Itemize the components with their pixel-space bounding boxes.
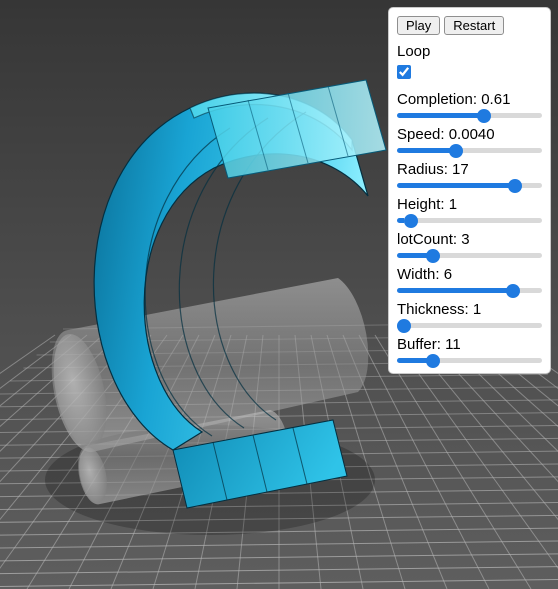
buffer-field: Buffer: 11: [397, 336, 542, 363]
lotcount-slider[interactable]: [397, 253, 542, 258]
lotcount-label: lotCount: 3: [397, 231, 542, 248]
speed-field: Speed: 0.0040: [397, 126, 542, 153]
completion-field: Completion: 0.61: [397, 91, 542, 118]
thickness-label: Thickness: 1: [397, 301, 542, 318]
buffer-label: Buffer: 11: [397, 336, 542, 353]
lotcount-field: lotCount: 3: [397, 231, 542, 258]
speed-slider[interactable]: [397, 148, 542, 153]
radius-label: Radius: 17: [397, 161, 542, 178]
loop-checkbox[interactable]: [397, 65, 411, 79]
restart-button[interactable]: Restart: [444, 16, 504, 35]
buffer-slider[interactable]: [397, 358, 542, 363]
controls-panel: Play Restart Loop Completion: 0.61 Speed…: [388, 7, 551, 374]
width-label: Width: 6: [397, 266, 542, 283]
play-button[interactable]: Play: [397, 16, 440, 35]
radius-slider[interactable]: [397, 183, 542, 188]
completion-slider[interactable]: [397, 113, 542, 118]
thickness-slider[interactable]: [397, 323, 542, 328]
button-row: Play Restart: [397, 16, 542, 35]
width-field: Width: 6: [397, 266, 542, 293]
completion-label: Completion: 0.61: [397, 91, 542, 108]
radius-field: Radius: 17: [397, 161, 542, 188]
width-slider[interactable]: [397, 288, 542, 293]
loop-field: Loop: [397, 43, 542, 83]
loop-label: Loop: [397, 43, 542, 60]
height-label: Height: 1: [397, 196, 542, 213]
height-field: Height: 1: [397, 196, 542, 223]
height-slider[interactable]: [397, 218, 542, 223]
thickness-field: Thickness: 1: [397, 301, 542, 328]
speed-label: Speed: 0.0040: [397, 126, 542, 143]
